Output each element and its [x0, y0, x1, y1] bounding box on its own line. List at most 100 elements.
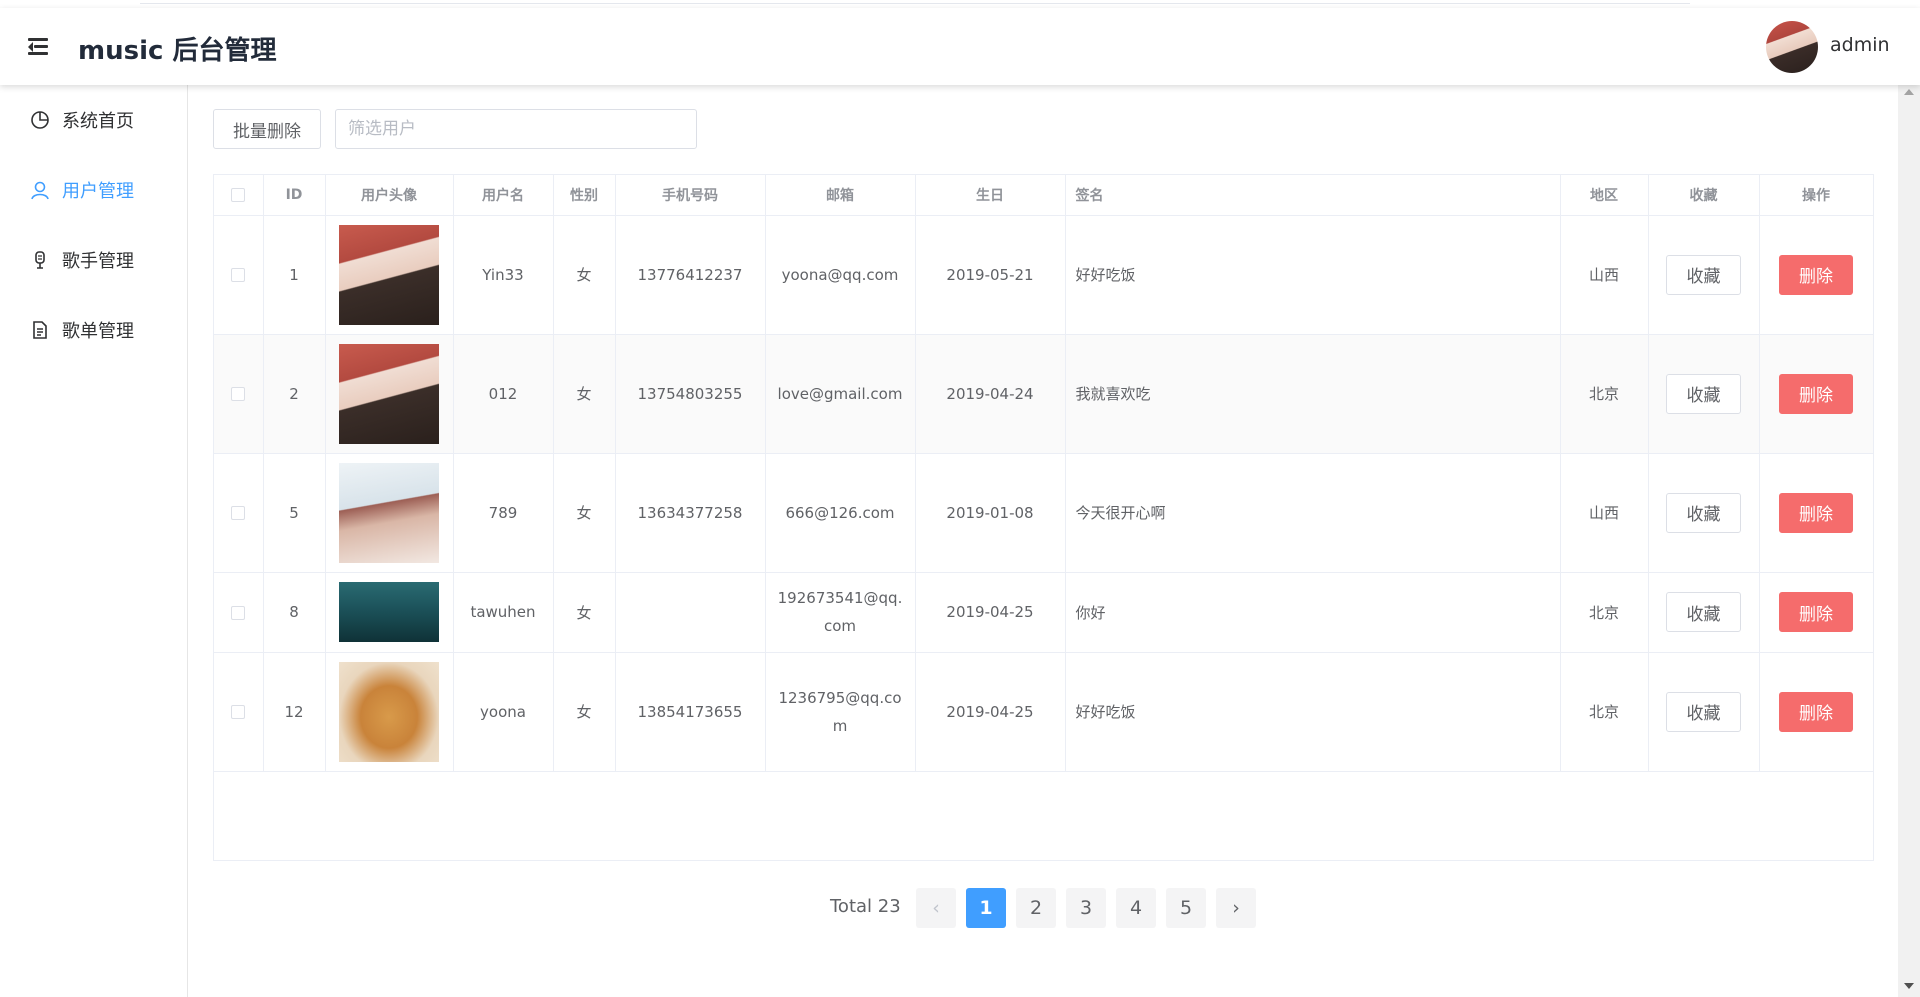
- cell-phone: 13754803255: [615, 334, 766, 454]
- select-all-checkbox[interactable]: [214, 175, 264, 216]
- cell-action: 删除: [1759, 334, 1874, 454]
- cell-email: 1236795@qq.com: [765, 652, 916, 772]
- cell-username: yoona: [453, 652, 554, 772]
- table-row: 1 Yin33 女 13776412237 yoona@qq.com 2019-…: [214, 215, 1874, 335]
- fav-button[interactable]: 收藏: [1666, 592, 1741, 632]
- cell-phone: 13776412237: [615, 215, 766, 335]
- user-avatar-image: [339, 582, 439, 642]
- delete-button[interactable]: 删除: [1779, 691, 1853, 732]
- next-page-button[interactable]: ›: [1216, 888, 1256, 928]
- batch-delete-button[interactable]: 批量删除: [213, 109, 321, 149]
- cell-fav: 收藏: [1648, 572, 1760, 653]
- sidebar-item-singers[interactable]: 歌手管理: [0, 225, 187, 295]
- column-header: 性别: [553, 175, 616, 216]
- row-checkbox[interactable]: [214, 215, 264, 335]
- cell-email: 192673541@qq.com: [765, 572, 916, 653]
- cell-avatar: [325, 572, 454, 653]
- cell-gender: 女: [553, 334, 616, 454]
- user-icon: [30, 180, 50, 200]
- user-avatar-image: [339, 343, 439, 444]
- row-checkbox[interactable]: [214, 334, 264, 454]
- app-title: music 后台管理: [78, 36, 277, 66]
- sidebar: 系统首页 用户管理 歌手管理 歌单管理: [0, 85, 188, 997]
- cell-region: 北京: [1560, 652, 1649, 772]
- document-icon: [30, 320, 50, 340]
- cell-fav: 收藏: [1648, 215, 1760, 335]
- cell-region: 山西: [1560, 215, 1649, 335]
- cell-birthday: 2019-01-08: [915, 453, 1066, 573]
- column-header: 收藏: [1648, 175, 1760, 216]
- scroll-down-icon[interactable]: [1904, 983, 1914, 989]
- cell-birthday: 2019-04-25: [915, 652, 1066, 772]
- column-header[interactable]: ID: [263, 175, 326, 216]
- cell-email: love@gmail.com: [765, 334, 916, 454]
- cell-birthday: 2019-04-25: [915, 572, 1066, 653]
- user-avatar-image: [339, 661, 439, 762]
- page-button-4[interactable]: 4: [1116, 888, 1156, 928]
- cell-gender: 女: [553, 453, 616, 573]
- cell-id: 5: [263, 453, 326, 573]
- cell-username: tawuhen: [453, 572, 554, 653]
- column-header: 邮箱: [765, 175, 916, 216]
- row-checkbox[interactable]: [214, 652, 264, 772]
- cell-id: 8: [263, 572, 326, 653]
- delete-button[interactable]: 删除: [1779, 492, 1853, 533]
- prev-page-button[interactable]: ‹: [916, 888, 956, 928]
- cell-region: 山西: [1560, 453, 1649, 573]
- page-button-1[interactable]: 1: [966, 888, 1006, 928]
- fav-button[interactable]: 收藏: [1666, 373, 1741, 414]
- sidebar-item-label: 用户管理: [62, 181, 134, 202]
- fav-button[interactable]: 收藏: [1666, 492, 1741, 533]
- cell-signature: 好好吃饭: [1065, 652, 1561, 772]
- delete-button[interactable]: 删除: [1779, 254, 1853, 295]
- column-header: 操作: [1759, 175, 1874, 216]
- cell-gender: 女: [553, 215, 616, 335]
- sidebar-item-home[interactable]: 系统首页: [0, 85, 187, 155]
- app-header: music 后台管理 admin: [0, 8, 1920, 85]
- pagination: Total 23 ‹ 1 2 3 4 5 ›: [188, 888, 1898, 928]
- scroll-up-icon[interactable]: [1904, 89, 1914, 95]
- avatar[interactable]: [1766, 21, 1818, 73]
- row-checkbox[interactable]: [214, 572, 264, 653]
- menu-toggle-icon[interactable]: [28, 36, 50, 56]
- microphone-icon: [30, 250, 50, 270]
- cell-username: Yin33: [453, 215, 554, 335]
- column-header: 手机号码: [615, 175, 766, 216]
- delete-button[interactable]: 删除: [1779, 592, 1853, 632]
- sidebar-item-users[interactable]: 用户管理: [0, 155, 187, 225]
- cell-gender: 女: [553, 572, 616, 653]
- sidebar-item-playlists[interactable]: 歌单管理: [0, 295, 187, 365]
- pagination-total: Total 23: [830, 896, 901, 917]
- cell-action: 删除: [1759, 215, 1874, 335]
- cell-id: 1: [263, 215, 326, 335]
- table-row: 8 tawuhen 女 192673541@qq.com 2019-04-25 …: [214, 572, 1874, 653]
- cell-phone: 13854173655: [615, 652, 766, 772]
- table-row: 5 789 女 13634377258 666@126.com 2019-01-…: [214, 453, 1874, 573]
- main-content: 批量删除 ID 用户头像 用户名 性别 手机号码 邮箱 生日 签名: [188, 85, 1898, 997]
- page-button-5[interactable]: 5: [1166, 888, 1206, 928]
- vertical-scrollbar[interactable]: [1898, 85, 1920, 997]
- cell-id: 12: [263, 652, 326, 772]
- cell-signature: 今天很开心啊: [1065, 453, 1561, 573]
- cell-email: yoona@qq.com: [765, 215, 916, 335]
- page-button-3[interactable]: 3: [1066, 888, 1106, 928]
- fav-button[interactable]: 收藏: [1666, 254, 1741, 295]
- row-checkbox[interactable]: [214, 453, 264, 573]
- cell-fav: 收藏: [1648, 334, 1760, 454]
- table-header-row: ID 用户头像 用户名 性别 手机号码 邮箱 生日 签名 地区 收藏 操作: [214, 175, 1874, 216]
- cell-avatar: [325, 652, 454, 772]
- search-input[interactable]: [335, 109, 697, 149]
- cell-username: 012: [453, 334, 554, 454]
- cell-signature: 我就喜欢吃: [1065, 334, 1561, 454]
- user-avatar-image: [339, 224, 439, 325]
- delete-button[interactable]: 删除: [1779, 373, 1853, 414]
- sidebar-item-label: 歌手管理: [62, 251, 134, 272]
- pie-chart-icon: [30, 110, 50, 130]
- column-header: 用户名: [453, 175, 554, 216]
- sidebar-item-label: 系统首页: [62, 111, 134, 132]
- fav-button[interactable]: 收藏: [1666, 691, 1741, 732]
- page-button-2[interactable]: 2: [1016, 888, 1056, 928]
- cell-birthday: 2019-04-24: [915, 334, 1066, 454]
- cell-username: 789: [453, 453, 554, 573]
- user-name[interactable]: admin: [1830, 34, 1890, 56]
